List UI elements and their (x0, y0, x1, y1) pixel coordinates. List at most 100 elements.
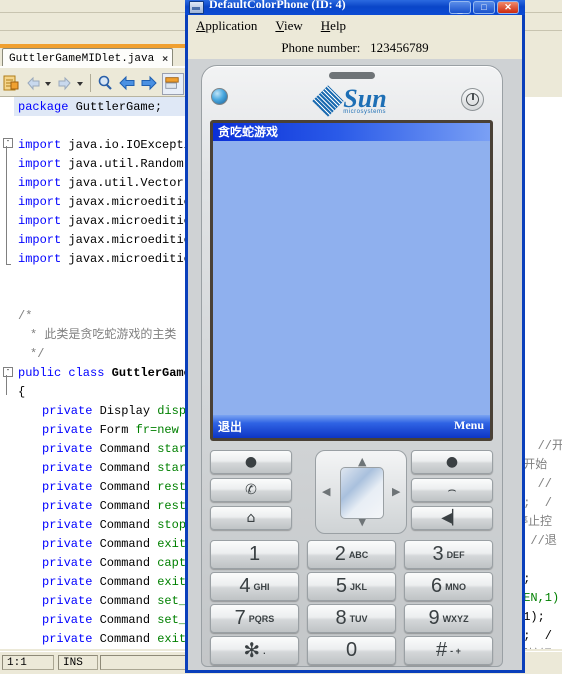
emulator-window[interactable]: DefaultColorPhone (ID: 4) _ □ ✕ Applicat… (185, 0, 525, 673)
left-soft-key[interactable]: ● (210, 450, 292, 474)
code-token: Command (99, 575, 158, 589)
soft-key-right-label[interactable]: Menu (454, 418, 484, 433)
menu-item-application[interactable]: Application (196, 18, 257, 34)
back-key[interactable]: ◀▏ (411, 506, 493, 530)
code-token: { (18, 385, 26, 399)
key-number: 6 (430, 575, 443, 597)
code-token: Command (99, 461, 158, 475)
phone-screen[interactable]: 贪吃蛇游戏 退出 Menu (213, 123, 490, 438)
dpad[interactable]: ▲ ▼ ◀ ▶ (315, 450, 407, 534)
key-4[interactable]: 4 GHI (210, 572, 299, 601)
key-2[interactable]: 2 ABC (307, 540, 396, 569)
key-number: 1 (248, 543, 261, 565)
phone-number-label: Phone number: (281, 40, 361, 55)
toggle-panel-icon[interactable] (162, 73, 184, 95)
menu-label-application-rest: pplication (205, 18, 258, 33)
end-key[interactable]: ⌢ (411, 478, 493, 502)
tab-label: GuttlerGameMIDlet.java (9, 53, 155, 65)
home-key[interactable]: ⌂ (210, 506, 292, 530)
code-token: Command (99, 480, 158, 494)
close-icon: ✕ (504, 2, 512, 12)
toolbar-separator (90, 74, 91, 92)
redo-icon[interactable] (56, 74, 74, 92)
key-number: 7 (234, 607, 246, 629)
key-5[interactable]: 5 JKL (307, 572, 396, 601)
undo-dropdown-icon[interactable] (44, 74, 52, 92)
home-icon: ⌂ (246, 510, 256, 526)
key-8[interactable]: 8 TUV (307, 604, 396, 633)
phone-number-bar: Phone number: 123456789 (188, 37, 522, 60)
code-token: public class (18, 366, 112, 380)
game-canvas[interactable] (213, 141, 490, 415)
code-token: package (18, 100, 76, 114)
code-line: import javax.microedition.m (14, 193, 212, 212)
fold-line (6, 375, 7, 395)
tab-guttlergamemidlet[interactable]: GuttlerGameMIDlet.java × (2, 48, 174, 67)
maximize-icon: □ (481, 2, 487, 12)
arrow-right-icon[interactable]: ▶ (392, 485, 400, 498)
power-button[interactable] (461, 88, 484, 111)
key-star[interactable]: ✻. (210, 636, 299, 665)
key-hash[interactable]: # - + (404, 636, 493, 665)
code-line: */ (14, 345, 44, 364)
code-token: import (18, 233, 69, 247)
code-token: /* (18, 309, 33, 323)
send-key[interactable]: ✆ (210, 478, 292, 502)
code-token: * 此类是贪吃蛇游戏的主类 (30, 328, 177, 342)
caret-position: 1:1 (2, 655, 54, 670)
phone-app-icon (189, 1, 204, 14)
search-icon[interactable] (96, 74, 114, 92)
back-arrow-icon: ◀▏ (441, 510, 463, 526)
code-token: private (42, 461, 100, 475)
maximize-button[interactable]: □ (473, 1, 495, 14)
key-9[interactable]: 9 WXYZ (404, 604, 493, 633)
key-3[interactable]: 3 DEF (404, 540, 493, 569)
key-letters: WXYZ (442, 613, 469, 624)
code-token: import (18, 157, 69, 171)
code-token: private (42, 423, 100, 437)
fold-toggle-icon[interactable]: - (3, 138, 13, 148)
navigation-key-cluster: ● ✆ ⌂ ▲ ▼ ◀ ▶ ● ⌢ ◀▏ (210, 448, 493, 536)
code-line: import javax.microedition.l (14, 212, 212, 231)
code-token: java.util.Vector; (68, 176, 191, 190)
undo-icon[interactable] (24, 74, 42, 92)
code-line: import java.util.Vector; (14, 174, 191, 193)
code-token: */ (30, 347, 45, 361)
brand-subtitle: microsystems (343, 108, 386, 115)
menu-item-help[interactable]: Help (321, 18, 346, 34)
key-number: 2 (334, 543, 346, 565)
code-line: * 此类是贪吃蛇游戏的主类 (14, 326, 176, 345)
key-number: 3 (432, 543, 444, 565)
key-6[interactable]: 6 MNO (404, 572, 493, 601)
menu-item-view[interactable]: View (275, 18, 302, 34)
key-letters: TUV (349, 613, 368, 624)
find-previous-icon[interactable] (118, 74, 136, 92)
minimize-button[interactable]: _ (449, 1, 471, 15)
earpiece-speaker (329, 72, 375, 79)
find-next-icon[interactable] (140, 74, 158, 92)
dpad-select-key[interactable] (340, 467, 384, 519)
code-token: private (42, 632, 100, 646)
screen-bezel: 贪吃蛇游戏 退出 Menu (210, 120, 493, 441)
fold-toggle-icon[interactable]: - (3, 367, 13, 377)
code-line: private Command set_spe (14, 592, 208, 611)
code-line: private Display display (14, 402, 208, 421)
soft-key-left-label[interactable]: 退出 (218, 418, 242, 435)
arrow-left-icon[interactable]: ◀ (322, 485, 330, 498)
key-letters: DEF (446, 549, 465, 560)
close-icon[interactable]: × (162, 54, 168, 65)
right-soft-key[interactable]: ● (411, 450, 493, 474)
code-token: Command (99, 442, 158, 456)
sun-microsystems-logo: Sun microsystems (297, 84, 407, 118)
key-letters: ABC (348, 549, 369, 560)
key-0[interactable]: 0 (307, 636, 396, 665)
redo-dropdown-icon[interactable] (76, 74, 84, 92)
new-file-icon[interactable] (2, 74, 20, 92)
key-1[interactable]: 1 (210, 540, 299, 569)
key-letters: . (263, 645, 266, 656)
key-7[interactable]: 7 PQRS (210, 604, 299, 633)
code-token: Form (99, 423, 136, 437)
soft-key-bar: 退出 Menu (213, 415, 490, 438)
close-button[interactable]: ✕ (497, 1, 519, 14)
